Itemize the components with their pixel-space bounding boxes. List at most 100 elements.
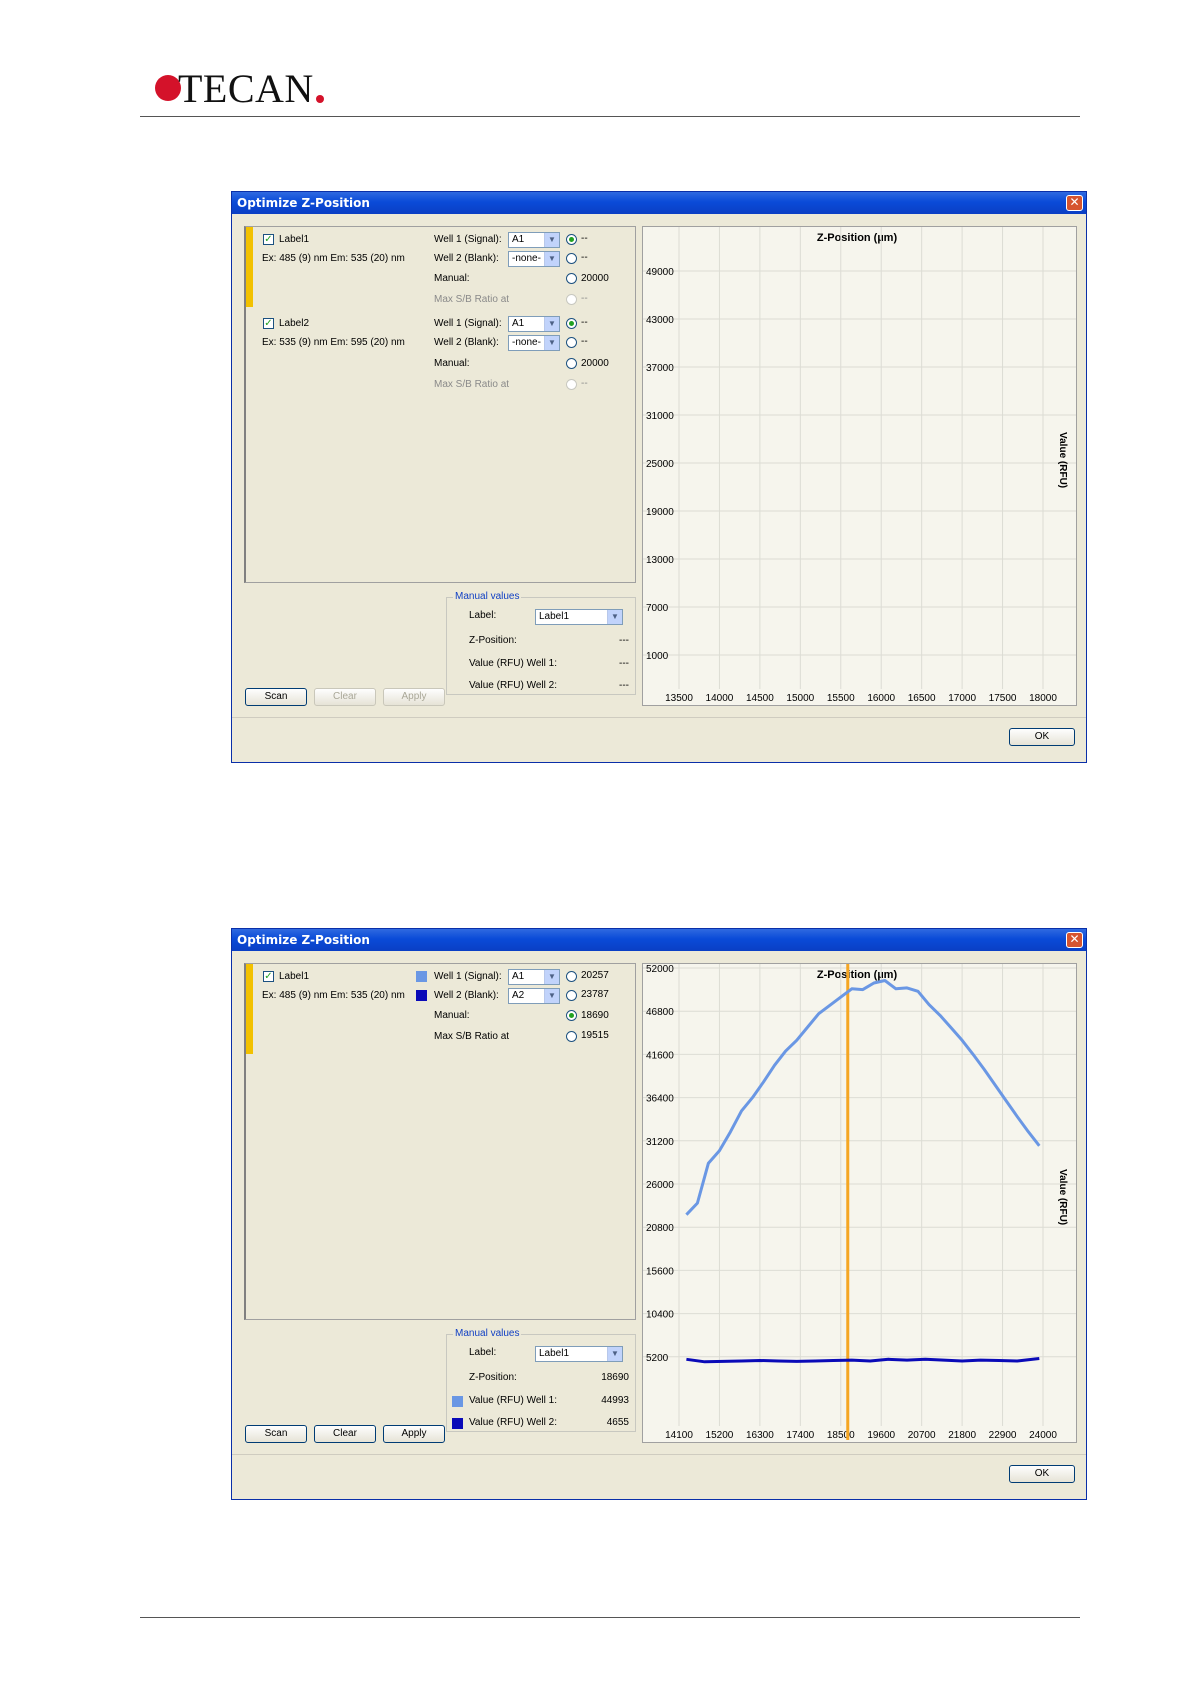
chart-svg: Z-Position (µm) 13500 14000 14500 15000 15500… bbox=[643, 227, 1076, 704]
label1-name: Label1 bbox=[279, 971, 310, 982]
footer-rule bbox=[140, 1617, 1080, 1618]
well1-radio[interactable] bbox=[566, 971, 577, 982]
manual-radio[interactable] bbox=[566, 1010, 577, 1021]
x-tick-label: 17000 bbox=[948, 693, 976, 704]
x-tick-label: 14500 bbox=[746, 693, 774, 704]
chevron-down-icon: ▼ bbox=[607, 610, 622, 624]
apply-button[interactable]: Apply bbox=[383, 1425, 445, 1443]
x-tick-label: 14000 bbox=[706, 693, 734, 704]
max-sb-label: Max S/B Ratio at bbox=[434, 379, 510, 390]
y-tick-label: 19000 bbox=[646, 507, 674, 518]
well1-value: A1 bbox=[512, 234, 525, 245]
footer-separator bbox=[232, 717, 1086, 718]
mv-w2-value: 4655 bbox=[606, 1417, 629, 1428]
x-tick-label: 22900 bbox=[989, 1430, 1017, 1441]
z-position-chart: Z-Position (µm) 13500 14000 14500 15000 15500… bbox=[642, 226, 1077, 706]
well2-result: 23787 bbox=[581, 989, 609, 1000]
x-tick-label: 21800 bbox=[948, 1430, 976, 1441]
chart-title: Z-Position (µm) bbox=[817, 232, 898, 244]
max-sb-radio[interactable] bbox=[566, 294, 577, 305]
clear-button[interactable]: Clear bbox=[314, 688, 376, 706]
label1-indicator bbox=[246, 227, 253, 307]
x-tick-label: 16000 bbox=[867, 693, 895, 704]
tecan-logo: TECAN bbox=[155, 66, 324, 111]
y-tick-label: 43000 bbox=[646, 315, 674, 326]
y-tick-label: 26000 bbox=[646, 1180, 674, 1191]
y-tick-label: 7000 bbox=[646, 603, 669, 614]
dialog-title: Optimize Z-Position bbox=[232, 929, 1086, 951]
scan-button[interactable]: Scan bbox=[245, 688, 307, 706]
label1-checkbox[interactable]: ✓ bbox=[263, 971, 274, 982]
mv-label-label: Label: bbox=[469, 1347, 497, 1358]
mv-w2-swatch bbox=[452, 1418, 463, 1429]
y-tick-label: 46800 bbox=[646, 1007, 674, 1018]
mv-w2-label: Value (RFU) Well 2: bbox=[469, 680, 557, 691]
x-tick-label: 13500 bbox=[665, 693, 693, 704]
close-button[interactable]: ✕ bbox=[1066, 195, 1083, 211]
well2-value: -none- bbox=[512, 253, 541, 264]
manual-value: 20000 bbox=[581, 273, 609, 284]
manual-value: 20000 bbox=[581, 358, 609, 369]
y-tick-label: 1000 bbox=[646, 651, 669, 662]
x-tick-label: 15200 bbox=[706, 1430, 734, 1441]
well1-radio[interactable] bbox=[566, 234, 577, 245]
y-tick-label: 31200 bbox=[646, 1137, 674, 1148]
well1-value: A1 bbox=[512, 318, 525, 329]
chevron-down-icon: ▼ bbox=[544, 317, 559, 331]
well1-value: A1 bbox=[512, 971, 525, 982]
well1-result: 20257 bbox=[581, 970, 609, 981]
manual-values-legend: Manual values bbox=[453, 1328, 522, 1339]
header-rule bbox=[140, 116, 1080, 117]
ok-button[interactable]: OK bbox=[1009, 728, 1075, 746]
x-tick-label: 17500 bbox=[989, 693, 1017, 704]
x-tick-label: 16300 bbox=[746, 1430, 774, 1441]
label1-ex-em: Ex: 485 (9) nm Em: 535 (20) nm bbox=[262, 990, 405, 1001]
close-button[interactable]: ✕ bbox=[1066, 932, 1083, 948]
well1-select[interactable]: A1 ▼ bbox=[508, 232, 560, 248]
mv-zpos-label: Z-Position: bbox=[469, 635, 517, 646]
max-sb-radio[interactable] bbox=[566, 1031, 577, 1042]
mv-label-select[interactable]: Label1 ▼ bbox=[535, 609, 623, 625]
x-tick-label: 14100 bbox=[665, 1430, 693, 1441]
well2-radio[interactable] bbox=[566, 990, 577, 1001]
x-tick-label: 20700 bbox=[908, 1430, 936, 1441]
x-tick-label: 18000 bbox=[1029, 693, 1057, 704]
apply-button[interactable]: Apply bbox=[383, 688, 445, 706]
y-tick-label: 36400 bbox=[646, 1094, 674, 1105]
y-tick-label: 37000 bbox=[646, 363, 674, 374]
well2-select[interactable]: -none- ▼ bbox=[508, 335, 560, 351]
scan-button[interactable]: Scan bbox=[245, 1425, 307, 1443]
dialog-title: Optimize Z-Position bbox=[232, 192, 1086, 214]
well1-radio[interactable] bbox=[566, 318, 577, 329]
x-tick-label: 18500 bbox=[827, 1430, 855, 1441]
well2-radio[interactable] bbox=[566, 253, 577, 264]
optimize-z-dialog-2: Optimize Z-Position ✕ ✓ Label1 Ex: 485 (… bbox=[231, 928, 1087, 1500]
label1-checkbox[interactable]: ✓ bbox=[263, 234, 274, 245]
manual-value: 18690 bbox=[581, 1010, 609, 1021]
well2-value: A2 bbox=[512, 990, 525, 1001]
mv-w1-label: Value (RFU) Well 1: bbox=[469, 1395, 557, 1406]
ok-button[interactable]: OK bbox=[1009, 1465, 1075, 1483]
mv-label-select[interactable]: Label1 ▼ bbox=[535, 1346, 623, 1362]
well2-select[interactable]: A2 ▼ bbox=[508, 988, 560, 1004]
well1-select[interactable]: A1 ▼ bbox=[508, 969, 560, 985]
y-tick-label: 20800 bbox=[646, 1223, 674, 1234]
y-tick-label: 41600 bbox=[646, 1050, 674, 1061]
footer-separator bbox=[232, 1454, 1086, 1455]
label2-checkbox[interactable]: ✓ bbox=[263, 318, 274, 329]
chevron-down-icon: ▼ bbox=[544, 989, 559, 1003]
y-tick-label: 5200 bbox=[646, 1353, 669, 1364]
clear-button[interactable]: Clear bbox=[314, 1425, 376, 1443]
manual-radio[interactable] bbox=[566, 273, 577, 284]
max-sb-value: -- bbox=[581, 378, 588, 389]
x-tick-label: 15500 bbox=[827, 693, 855, 704]
well2-radio[interactable] bbox=[566, 337, 577, 348]
mv-label-value: Label1 bbox=[539, 1348, 570, 1359]
well2-select[interactable]: -none- ▼ bbox=[508, 251, 560, 267]
label1-name: Label1 bbox=[279, 234, 310, 245]
max-sb-radio[interactable] bbox=[566, 379, 577, 390]
well1-select[interactable]: A1 ▼ bbox=[508, 316, 560, 332]
manual-radio[interactable] bbox=[566, 358, 577, 369]
x-tick-label: 16500 bbox=[908, 693, 936, 704]
well1-signal-label: Well 1 (Signal): bbox=[434, 318, 502, 329]
